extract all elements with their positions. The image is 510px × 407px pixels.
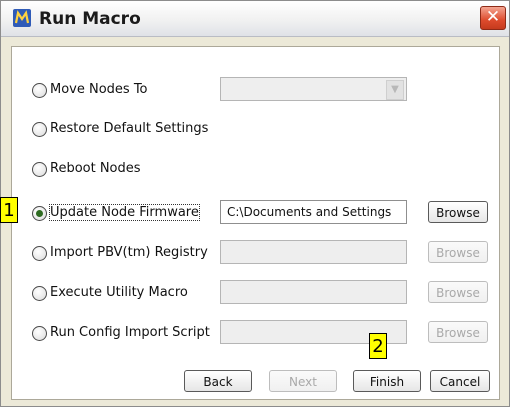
radio-update-firmware[interactable] xyxy=(32,206,47,221)
move-nodes-dropdown[interactable]: ▼ xyxy=(220,77,407,101)
run-macro-dialog: Run Macro ✕ Move Nodes To ▼ Restore Defa… xyxy=(0,0,510,407)
callout-1: 1 xyxy=(0,197,18,223)
back-button[interactable]: Back xyxy=(184,370,252,392)
options-panel: Move Nodes To ▼ Restore Default Settings… xyxy=(11,46,500,400)
label-utility-macro[interactable]: Execute Utility Macro xyxy=(50,285,188,300)
utility-macro-input[interactable] xyxy=(220,280,407,304)
registry-path-input[interactable] xyxy=(220,240,407,264)
label-reboot-nodes[interactable]: Reboot Nodes xyxy=(50,161,141,176)
cancel-button[interactable]: Cancel xyxy=(430,370,490,392)
radio-move-nodes[interactable] xyxy=(32,83,47,98)
dialog-title: Run Macro xyxy=(39,9,141,29)
chevron-down-icon[interactable]: ▼ xyxy=(386,80,404,100)
option-import-registry: Import PBV(tm) Registry Browse xyxy=(12,239,499,267)
radio-import-registry[interactable] xyxy=(32,246,47,261)
label-import-registry[interactable]: Import PBV(tm) Registry xyxy=(50,245,208,260)
label-config-import[interactable]: Run Config Import Script xyxy=(50,325,210,340)
title-bar: Run Macro ✕ xyxy=(1,1,509,37)
radio-utility-macro[interactable] xyxy=(32,286,47,301)
option-update-firmware: Update Node Firmware C:\Documents and Se… xyxy=(12,199,499,227)
callout-2: 2 xyxy=(369,333,387,359)
label-move-nodes[interactable]: Move Nodes To xyxy=(50,82,148,97)
radio-reboot-nodes[interactable] xyxy=(32,162,47,177)
radio-restore-defaults[interactable] xyxy=(32,122,47,137)
next-button[interactable]: Next xyxy=(269,370,337,392)
label-update-firmware[interactable]: Update Node Firmware xyxy=(49,204,200,221)
option-reboot-nodes: Reboot Nodes xyxy=(12,155,499,183)
firmware-path-value: C:\Documents and Settings xyxy=(227,205,392,219)
close-button[interactable]: ✕ xyxy=(480,6,506,30)
browse-firmware-button[interactable]: Browse xyxy=(428,201,488,223)
option-config-import: Run Config Import Script Browse xyxy=(12,319,499,347)
radio-config-import[interactable] xyxy=(32,326,47,341)
option-restore-defaults: Restore Default Settings xyxy=(12,115,499,143)
browse-registry-button[interactable]: Browse xyxy=(428,241,488,263)
browse-config-button[interactable]: Browse xyxy=(428,321,488,343)
option-utility-macro: Execute Utility Macro Browse xyxy=(12,279,499,307)
label-restore-defaults[interactable]: Restore Default Settings xyxy=(50,121,208,136)
finish-button[interactable]: Finish xyxy=(353,370,421,392)
browse-utility-button[interactable]: Browse xyxy=(428,281,488,303)
option-move-nodes: Move Nodes To ▼ xyxy=(12,76,499,104)
m-logo-icon xyxy=(13,9,31,27)
firmware-path-input[interactable]: C:\Documents and Settings xyxy=(220,200,407,224)
